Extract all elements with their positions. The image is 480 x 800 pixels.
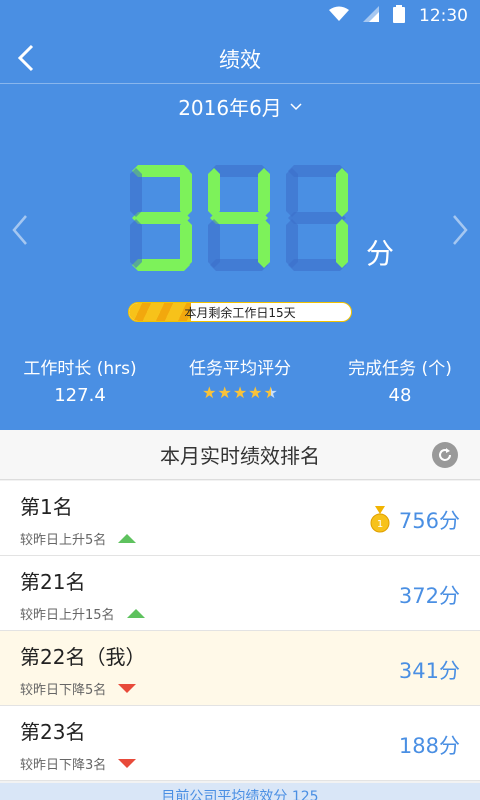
trend-up-icon xyxy=(126,609,145,618)
stat-value: 127.4 xyxy=(54,385,106,406)
rank-score: 341分 xyxy=(399,655,460,685)
status-time: 12:30 xyxy=(419,6,468,26)
ranking-row[interactable]: 第23名较昨日下降3名 188分 xyxy=(0,706,480,781)
digit-segment xyxy=(130,168,142,217)
digit-segment xyxy=(336,219,348,268)
rank-score-value: 756分 xyxy=(398,509,460,533)
rank-change: 较昨日上升15名 xyxy=(20,604,145,623)
refresh-icon xyxy=(439,448,451,461)
svg-text:1: 1 xyxy=(377,519,383,530)
rank-score-value: 341分 xyxy=(398,659,460,683)
chevron-down-icon xyxy=(290,102,302,110)
ranking-row[interactable]: 第21名较昨日上升15名 372分 xyxy=(0,556,480,631)
rank-change-text: 较昨日下降5名 xyxy=(20,683,107,698)
trend-up-icon xyxy=(118,534,137,543)
rank-label: 第23名 xyxy=(20,720,86,744)
chevron-left-icon xyxy=(12,215,27,245)
trend-down-icon xyxy=(118,684,137,693)
ranking-header: 本月实时绩效排名 xyxy=(0,430,480,480)
rank-label: 第22名（我） xyxy=(20,645,146,669)
star-half-icon: ★ xyxy=(263,383,278,402)
digit-segment xyxy=(258,219,270,268)
previous-month-arrow[interactable] xyxy=(8,212,32,248)
nav-bar: 绩效 xyxy=(0,32,480,84)
period-selector[interactable]: 2016年6月 xyxy=(0,92,480,121)
rank-change: 较昨日上升5名 xyxy=(20,529,137,548)
signal-icon xyxy=(363,5,379,27)
stat-work-hours: 工作时长 (hrs) 127.4 xyxy=(0,354,160,406)
star-full-icon: ★ xyxy=(248,383,263,402)
gold-medal-icon: 1 xyxy=(370,506,390,533)
digit-segment xyxy=(132,212,190,224)
wifi-icon xyxy=(329,6,349,27)
stats-row: 工作时长 (hrs) 127.4 任务平均评分 ★ ★ ★ ★ ★ 完成任务 (个) 4… xyxy=(0,354,480,406)
digit-segment xyxy=(336,168,348,217)
period-label: 2016年6月 xyxy=(178,96,282,120)
rank-change-text: 较昨日下降3名 xyxy=(20,758,107,773)
digit-segment xyxy=(286,219,298,268)
company-average-footer: 目前公司平均绩效分 125 xyxy=(0,783,480,800)
remaining-days-label: 本月剩余工作日15天 xyxy=(184,306,296,320)
stat-title: 完成任务 (个) xyxy=(348,359,452,379)
rank-change: 较昨日下降5名 xyxy=(20,679,137,698)
rank-score: 188分 xyxy=(399,730,460,760)
page-title: 绩效 xyxy=(219,48,261,72)
star-full-icon: ★ xyxy=(217,383,232,402)
digit-segment xyxy=(180,168,192,217)
ranking-title: 本月实时绩效排名 xyxy=(160,444,320,468)
digit-segment xyxy=(130,219,142,268)
score-digits xyxy=(130,165,348,271)
stat-task-rating: 任务平均评分 ★ ★ ★ ★ ★ xyxy=(160,354,320,406)
refresh-button[interactable] xyxy=(432,442,458,468)
rank-change: 较昨日下降3名 xyxy=(20,754,137,773)
digit-segment xyxy=(208,168,220,217)
digit-segment xyxy=(180,219,192,268)
ranking-row[interactable]: 第22名（我） 较昨日下降5名 341分 xyxy=(0,631,480,706)
chevron-right-icon xyxy=(453,215,468,245)
rank-score-value: 188分 xyxy=(398,734,460,758)
score-display: 341 xyxy=(128,162,360,274)
battery-icon xyxy=(393,4,405,28)
rank-label: 第21名 xyxy=(20,570,86,594)
rank-score: 372分 xyxy=(399,580,460,610)
stat-completed-tasks: 完成任务 (个) 48 xyxy=(320,354,480,406)
ranking-list: 第1名较昨日上升5名 1 756分第21名较昨日上升15名 372分第22名（我） 较昨… xyxy=(0,481,480,781)
digit-segment xyxy=(258,168,270,217)
stat-title: 任务平均评分 xyxy=(189,359,291,379)
rating-stars: ★ ★ ★ ★ ★ xyxy=(160,383,320,402)
rank-label: 第1名 xyxy=(20,495,73,519)
digit-segment xyxy=(288,212,346,224)
stat-title: 工作时长 (hrs) xyxy=(23,359,137,379)
score-unit: 分 xyxy=(366,237,395,270)
ranking-row[interactable]: 第1名较昨日上升5名 1 756分 xyxy=(0,481,480,556)
next-month-arrow[interactable] xyxy=(448,212,472,248)
digit-segment xyxy=(208,219,220,268)
status-bar: 12:30 xyxy=(0,0,480,32)
rank-score: 1 756分 xyxy=(369,505,460,535)
stat-value: 48 xyxy=(388,385,412,406)
rank-score-value: 372分 xyxy=(398,584,460,608)
star-full-icon: ★ xyxy=(232,383,248,402)
digit-segment xyxy=(286,168,298,217)
rank-change-text: 较昨日上升15名 xyxy=(20,608,115,623)
trend-down-icon xyxy=(118,759,137,768)
remaining-days-bar: 本月剩余工作日15天 xyxy=(128,302,352,322)
star-full-icon: ★ xyxy=(202,383,217,402)
digit-segment xyxy=(210,212,268,224)
rank-change-text: 较昨日上升5名 xyxy=(20,533,107,548)
